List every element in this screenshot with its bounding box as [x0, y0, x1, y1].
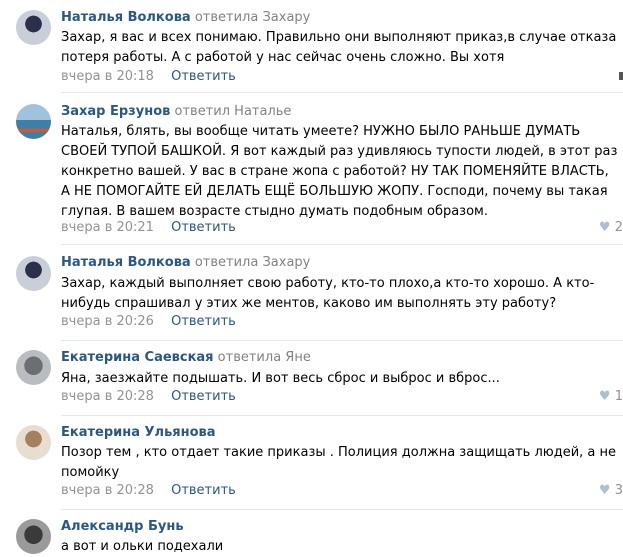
reply-button[interactable]: Ответить [171, 69, 236, 84]
reply-to-link[interactable]: Захару [262, 255, 310, 270]
comment-text: Захар, я вас и всех понимаю. Правильно о… [61, 30, 617, 65]
like-count: 3 [614, 483, 623, 498]
reply-to-link[interactable]: Наталье [234, 104, 291, 119]
comment: Екатерина Ульянова Позор тем , кто отдае… [0, 416, 623, 509]
comment-time[interactable]: вчера в 20:21 [61, 220, 154, 235]
comment: Екатерина Саевская ответила Яне Яна, зае… [0, 341, 623, 415]
comment-text: Наталья, блять, вы вообще читать умеете?… [61, 124, 618, 219]
like-button[interactable]: ♥ 3 [599, 483, 623, 498]
comment-author[interactable]: Захар Ерзунов [61, 104, 170, 119]
heart-icon: ♥ [598, 389, 611, 404]
heart-icon: ♥ [598, 483, 611, 498]
comment-time[interactable]: вчера в 20:28 [61, 389, 154, 404]
reply-verb: ответил [174, 104, 231, 119]
comment-author[interactable]: Екатерина Саевская [61, 350, 214, 365]
comment-author[interactable]: Александр Бунь [61, 519, 184, 534]
comment-time[interactable]: вчера в 20:18 [61, 69, 154, 84]
comment-time[interactable]: вчера в 20:26 [61, 314, 154, 329]
comment-time[interactable]: вчера в 20:28 [61, 483, 154, 498]
reply-to-link[interactable]: Захару [262, 10, 310, 25]
reply-verb: ответила [194, 255, 259, 270]
avatar[interactable] [16, 425, 51, 460]
comment-text: Позор тем , кто отдает такие приказы . П… [61, 445, 617, 480]
comment: Захар Ерзунов ответил Наталье Наталья, б… [0, 93, 623, 244]
avatar[interactable] [16, 104, 51, 139]
reply-verb: ответила [194, 10, 259, 25]
like-button[interactable]: ♥ 1 [599, 389, 623, 404]
comment-text: Яна, заезжайте подышать. И вот весь сбро… [61, 371, 500, 386]
avatar[interactable] [16, 519, 51, 554]
comment: Наталья Волкова ответила Захару Захар, к… [0, 245, 623, 340]
reply-verb: ответила [217, 350, 282, 365]
like-button[interactable]: ♥ 2 [599, 220, 623, 235]
heart-icon: ♥ [598, 220, 611, 235]
comment: Наталья Волкова ответила Захару Захар, я… [0, 0, 623, 92]
comment-author[interactable]: Наталья Волкова [61, 255, 191, 270]
scroll-marker [619, 72, 623, 80]
like-count: 1 [614, 389, 623, 404]
comment: Александр Бунь а вот и ольки подехали [0, 510, 623, 557]
comment-author[interactable]: Наталья Волкова [61, 10, 191, 25]
avatar[interactable] [16, 350, 51, 385]
avatar[interactable] [16, 10, 51, 45]
reply-button[interactable]: Ответить [171, 483, 236, 498]
comment-text: Захар, каждый выполняет свою работу, кто… [61, 276, 595, 311]
comment-text: а вот и ольки подехали [61, 539, 224, 554]
reply-button[interactable]: Ответить [171, 389, 236, 404]
reply-to-link[interactable]: Яне [285, 350, 311, 365]
like-count: 2 [614, 220, 623, 235]
comment-author[interactable]: Екатерина Ульянова [61, 425, 216, 440]
avatar[interactable] [16, 256, 51, 291]
reply-button[interactable]: Ответить [171, 220, 236, 235]
reply-button[interactable]: Ответить [171, 314, 236, 329]
